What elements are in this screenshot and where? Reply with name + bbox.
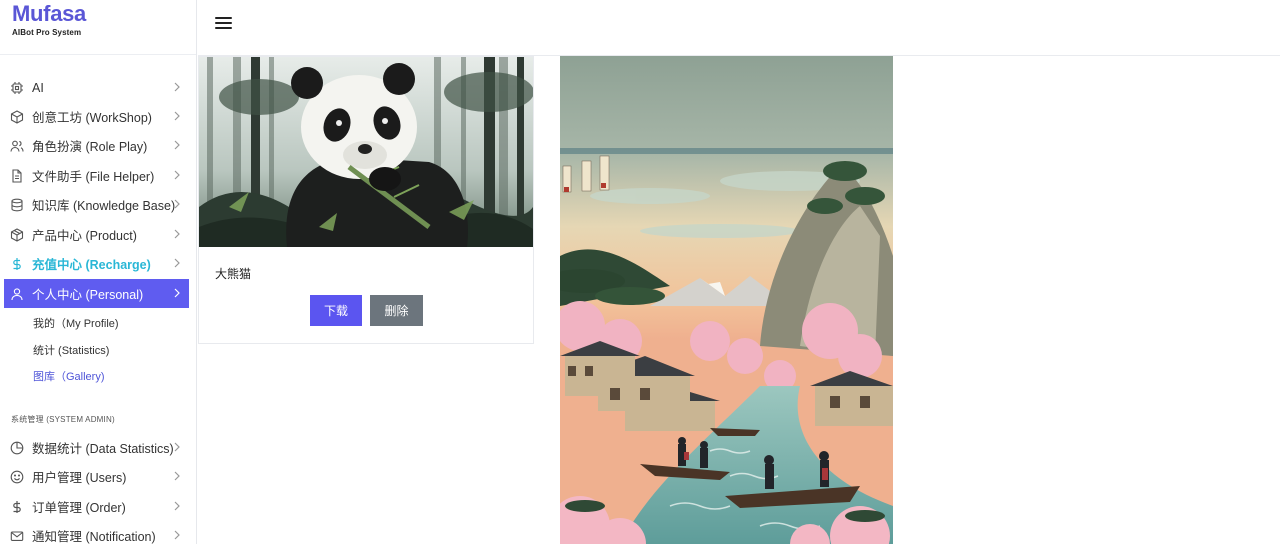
sidebar: Mufasa AIBot Pro System AI 创意工坊 (WorkSho… xyxy=(0,0,197,544)
nav-label: 知识库 (Knowledge Base) xyxy=(32,199,176,213)
chevron-right-icon xyxy=(174,288,180,298)
user-icon xyxy=(10,287,24,301)
gallery-image-ukiyoe[interactable] xyxy=(560,56,893,544)
nav-label: 订单管理 (Order) xyxy=(32,501,126,515)
nav-label: 角色扮演 (Role Play) xyxy=(32,140,148,154)
chevron-right-icon xyxy=(174,471,180,481)
delete-button[interactable]: 删除 xyxy=(370,295,423,326)
admin-section-label: 系统管理 (SYSTEM ADMIN) xyxy=(11,415,115,424)
file-icon xyxy=(10,168,24,183)
nav-item-ai[interactable]: AI xyxy=(4,73,189,102)
gallery-card: 大熊猫 下载 删除 xyxy=(198,56,534,344)
dollar-icon xyxy=(10,257,24,271)
nav-item-recharge[interactable]: 充值中心 (Recharge) xyxy=(4,249,189,278)
menu-toggle-icon[interactable] xyxy=(215,14,233,30)
chevron-right-icon xyxy=(174,530,180,540)
nav-item-role-play[interactable]: 角色扮演 (Role Play) xyxy=(4,131,189,160)
chevron-right-icon xyxy=(174,442,180,452)
chevron-right-icon xyxy=(174,501,180,511)
nav-label: AI xyxy=(32,80,44,95)
database-icon xyxy=(10,198,24,212)
pie-chart-icon xyxy=(10,441,24,455)
nav-item-order[interactable]: 订单管理 (Order) xyxy=(4,492,189,521)
download-button[interactable]: 下载 xyxy=(310,295,362,326)
brand-subtitle: AIBot Pro System xyxy=(12,28,82,37)
nav-label: 个人中心 (Personal) xyxy=(32,288,144,302)
brand: Mufasa AIBot Pro System xyxy=(0,0,196,55)
nav-label: 充值中心 (Recharge) xyxy=(32,258,151,272)
chevron-right-icon xyxy=(174,140,180,150)
nav-item-data-statistics[interactable]: 数据统计 (Data Statistics) xyxy=(4,433,189,462)
nav-label: 产品中心 (Product) xyxy=(32,229,137,243)
dollar-icon xyxy=(10,500,24,514)
sub-item-my-profile[interactable]: 我的（My Profile) xyxy=(33,315,119,331)
nav-label: 数据统计 (Data Statistics) xyxy=(32,442,174,456)
nav-item-notification[interactable]: 通知管理 (Notification) xyxy=(4,521,189,544)
sub-item-gallery[interactable]: 图库（Gallery) xyxy=(33,368,105,384)
chevron-right-icon xyxy=(174,111,180,121)
sub-item-statistics[interactable]: 统计 (Statistics) xyxy=(33,342,109,358)
nav-item-product[interactable]: 产品中心 (Product) xyxy=(4,220,189,249)
chevron-right-icon xyxy=(174,199,180,209)
nav-label: 通知管理 (Notification) xyxy=(32,530,156,544)
gallery-image-panda[interactable] xyxy=(199,57,533,247)
nav-item-knowledge-base[interactable]: 知识库 (Knowledge Base) xyxy=(4,190,189,219)
nav-item-personal[interactable]: 个人中心 (Personal) xyxy=(4,279,189,308)
nav-item-file-helper[interactable]: 文件助手 (File Helper) xyxy=(4,161,189,190)
nav-label: 创意工坊 (WorkShop) xyxy=(32,111,152,125)
chip-icon xyxy=(10,81,24,95)
nav-item-workshop[interactable]: 创意工坊 (WorkShop) xyxy=(4,102,189,131)
chevron-right-icon xyxy=(174,170,180,180)
chevron-right-icon xyxy=(174,229,180,239)
nav-item-users[interactable]: 用户管理 (Users) xyxy=(4,462,189,491)
chevron-right-icon xyxy=(174,258,180,268)
nav-label: 文件助手 (File Helper) xyxy=(32,170,155,184)
gallery-caption: 大熊猫 xyxy=(215,267,252,281)
box-icon xyxy=(10,227,24,242)
topbar xyxy=(198,0,1280,56)
chevron-right-icon xyxy=(174,82,180,92)
smile-icon xyxy=(10,470,24,484)
nav-label: 用户管理 (Users) xyxy=(32,471,127,485)
brand-title[interactable]: Mufasa xyxy=(12,0,184,27)
users-icon xyxy=(10,139,24,153)
cube-icon xyxy=(10,109,24,124)
mail-icon xyxy=(10,529,24,543)
